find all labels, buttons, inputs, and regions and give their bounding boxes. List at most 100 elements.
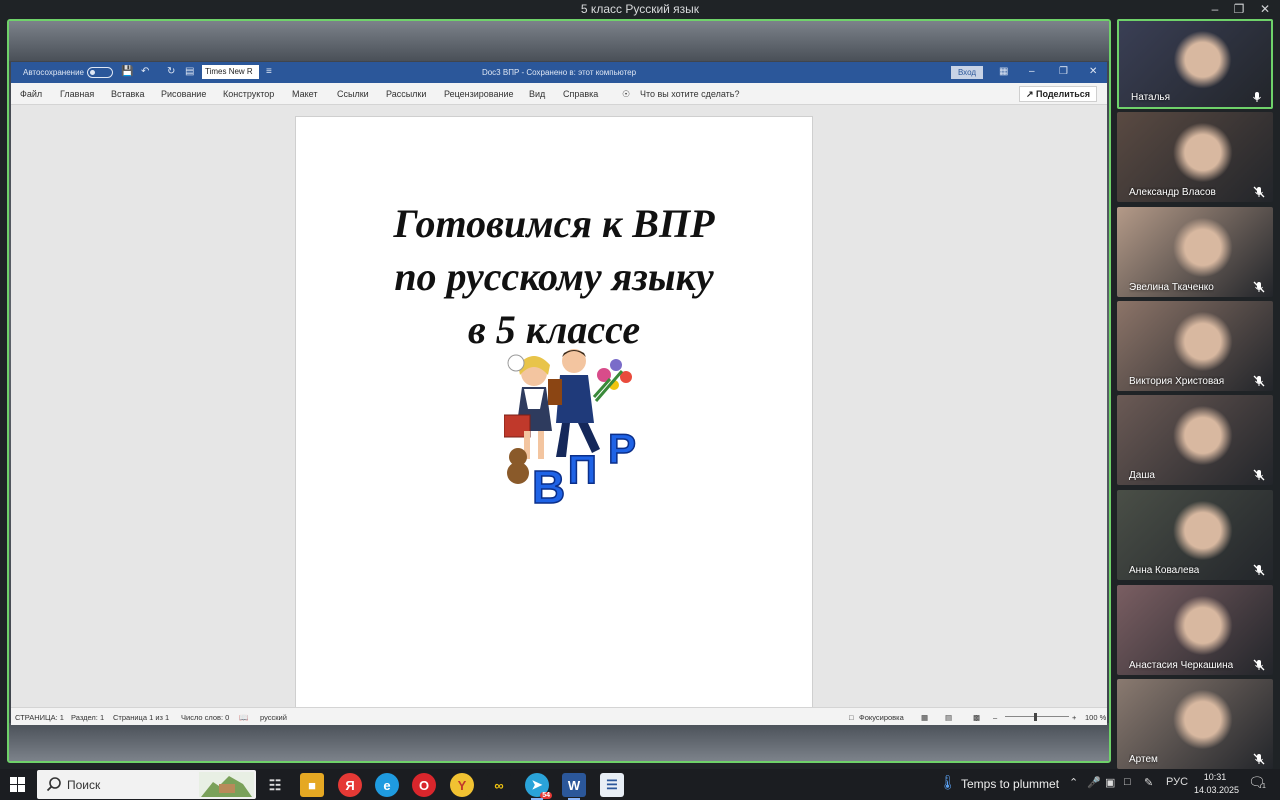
proofing-icon[interactable]: 📖 — [239, 713, 248, 722]
file-explorer-icon[interactable]: ■ — [300, 773, 324, 797]
weather-text[interactable]: Temps to plummet — [961, 777, 1059, 791]
tray-mic-icon[interactable]: 🎤 — [1087, 776, 1101, 789]
tray-camera-icon[interactable]: ▣ — [1105, 776, 1115, 789]
mic-off-icon — [1253, 186, 1265, 198]
mic-on-icon — [1253, 92, 1261, 102]
tell-me-search[interactable]: Что вы хотите сделать? — [640, 89, 740, 99]
status-bar: СТРАНИЦА: 1 Раздел: 1 Страница 1 из 1 Чи… — [11, 707, 1107, 725]
participant-tile[interactable]: Артем — [1117, 679, 1273, 769]
vpr-letter-r: Р — [608, 425, 636, 472]
opera-icon[interactable]: O — [412, 773, 436, 797]
word-window: Автосохранение 💾 ↶ ↻ ▤ Times New R ≡ Doc… — [11, 62, 1107, 725]
close-button[interactable]: ✕ — [1256, 1, 1274, 17]
word-minimize-icon[interactable]: – — [1029, 66, 1035, 77]
tab-layout[interactable]: Макет — [292, 89, 317, 99]
print-layout-icon[interactable]: ▤ — [945, 713, 952, 722]
word-restore-icon[interactable]: ❐ — [1059, 66, 1068, 77]
tab-help[interactable]: Справка — [563, 89, 598, 99]
tab-view[interactable]: Вид — [529, 89, 545, 99]
yandex-icon[interactable]: Я — [338, 773, 362, 797]
mic-off-icon — [1253, 375, 1265, 387]
pen-icon[interactable]: ✎ — [1144, 776, 1153, 789]
status-focus[interactable]: Фокусировка — [859, 713, 904, 722]
language-indicator[interactable]: РУС — [1166, 776, 1188, 788]
participant-name: Виктория Христовая — [1129, 376, 1225, 387]
tab-home[interactable]: Главная — [60, 89, 94, 99]
search-icon — [46, 777, 61, 792]
taskbar-clock[interactable]: 10:31 14.03.2025 — [1194, 771, 1240, 797]
clock-time: 10:31 — [1203, 772, 1227, 782]
ribbon-display-icon[interactable]: ▦ — [999, 66, 1008, 77]
task-view-icon[interactable]: ☷ — [263, 773, 287, 797]
tab-design[interactable]: Конструктор — [223, 89, 274, 99]
telegram-icon[interactable]: ➤ 54 — [525, 773, 552, 800]
notifications-count: 1 — [1262, 783, 1266, 790]
document-title: Doc3 ВПР - Сохранено в: этот компьютер — [481, 68, 637, 77]
participant-name: Артем — [1129, 754, 1158, 765]
notepad-icon[interactable]: ☰ — [600, 773, 624, 797]
participant-tile[interactable]: Анастасия Черкашина — [1117, 585, 1273, 675]
status-section[interactable]: Раздел: 1 — [71, 713, 104, 722]
tab-review[interactable]: Рецензирование — [444, 89, 514, 99]
share-button[interactable]: ↗ Поделиться — [1018, 86, 1097, 102]
tab-insert[interactable]: Вставка — [111, 89, 144, 99]
taskbar-search[interactable]: Поиск — [37, 770, 256, 799]
word-close-icon[interactable]: ✕ — [1089, 66, 1097, 77]
participant-tile[interactable]: Наталья — [1117, 19, 1273, 109]
vpr-letter-p: П — [568, 448, 597, 492]
tab-draw[interactable]: Рисование — [161, 89, 206, 99]
participant-name: Александр Власов — [1129, 187, 1216, 198]
minimize-button[interactable]: – — [1206, 1, 1224, 17]
participant-name: Анастасия Черкашина — [1129, 660, 1234, 671]
lightbulb-icon: ☉ — [622, 89, 631, 99]
participant-tile[interactable]: Даша — [1117, 395, 1273, 485]
restore-button[interactable]: ❐ — [1230, 1, 1248, 17]
mic-off-icon — [1253, 469, 1265, 481]
status-page-of[interactable]: Страница 1 из 1 — [113, 713, 169, 722]
word-titlebar: Автосохранение 💾 ↶ ↻ ▤ Times New R ≡ Doc… — [11, 62, 1107, 83]
document-canvas: Готовимся к ВПР по русскому языку в 5 кл… — [11, 105, 1107, 707]
participant-tile[interactable]: Александр Власов — [1117, 112, 1273, 202]
mic-off-icon — [1253, 281, 1265, 293]
tray-chevron-icon[interactable]: ⌃ — [1069, 776, 1078, 789]
participant-name: Даша — [1129, 470, 1155, 481]
mic-off-icon — [1253, 753, 1265, 765]
network-icon[interactable]: □ — [1124, 776, 1131, 788]
clock-date: 14.03.2025 — [1194, 785, 1240, 795]
status-zoom[interactable]: 100 % — [1085, 713, 1106, 722]
document-heading: Готовимся к ВПР по русскому языку в 5 кл… — [296, 197, 812, 356]
document-page[interactable]: Готовимся к ВПР по русскому языку в 5 кл… — [295, 116, 813, 707]
window-title: 5 класс Русский язык — [580, 2, 700, 16]
participant-name: Анна Ковалева — [1129, 565, 1200, 576]
zoom-slider[interactable] — [1005, 716, 1069, 717]
tab-file[interactable]: Файл — [20, 89, 42, 99]
zoom-slider-thumb[interactable] — [1034, 713, 1037, 721]
share-label: Поделиться — [1035, 89, 1090, 99]
zoom-in-icon[interactable]: + — [1072, 713, 1076, 722]
signin-button[interactable]: Вход — [951, 66, 983, 79]
edge-icon[interactable]: e — [375, 773, 399, 797]
screen-top-haze — [9, 21, 1109, 61]
yandex-browser-icon[interactable]: Y — [450, 773, 474, 797]
participant-tile[interactable]: Виктория Христовая — [1117, 301, 1273, 391]
status-word-count[interactable]: Число слов: 0 — [181, 713, 229, 722]
tab-references[interactable]: Ссылки — [337, 89, 369, 99]
app-titlebar: 5 класс Русский язык – ❐ ✕ — [0, 0, 1280, 19]
windows-start-icon[interactable] — [10, 777, 25, 792]
word-icon[interactable]: W — [562, 773, 586, 800]
status-page[interactable]: СТРАНИЦА: 1 — [15, 713, 64, 722]
focus-icon[interactable]: □ — [849, 713, 854, 722]
thermometer-icon[interactable]: 🌡 — [939, 774, 957, 791]
participant-tile[interactable]: Эвелина Ткаченко — [1117, 207, 1273, 297]
read-mode-icon[interactable]: ▦ — [921, 713, 928, 722]
zoom-out-icon[interactable]: – — [993, 713, 997, 722]
status-language[interactable]: русский — [260, 713, 287, 722]
participant-tile[interactable]: Анна Ковалева — [1117, 490, 1273, 580]
tab-mailings[interactable]: Рассылки — [386, 89, 426, 99]
sferum-icon[interactable]: ∞ — [487, 773, 511, 797]
search-placeholder: Поиск — [67, 778, 101, 792]
telegram-badge: 54 — [540, 792, 552, 799]
participant-name: Эвелина Ткаченко — [1129, 282, 1214, 293]
mic-off-icon — [1253, 564, 1265, 576]
web-layout-icon[interactable]: ▩ — [973, 713, 980, 722]
